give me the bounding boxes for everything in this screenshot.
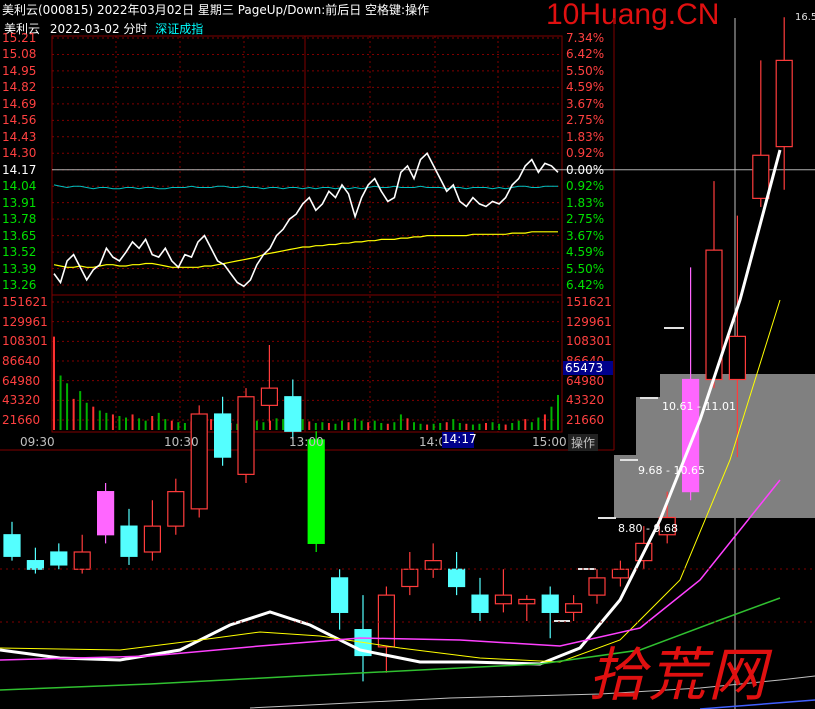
index-line (53, 184, 558, 190)
price-tick-label: 13.39 (2, 261, 37, 276)
price-tick-label: 14.30 (2, 146, 37, 161)
pct-tick-label: 3.67% (566, 228, 605, 243)
pct-tick-label: 2.75% (566, 113, 605, 128)
candle-body (471, 594, 489, 613)
price-tick-label: 15.08 (2, 47, 37, 62)
price-tick-label: 13.65 (2, 228, 37, 243)
volume-tick-label: 129961 (2, 314, 48, 329)
order-tick (640, 397, 658, 399)
price-tick-label: 14.43 (2, 129, 37, 144)
pct-tick-label: 5.50% (566, 261, 605, 276)
candle-body (611, 568, 630, 579)
candle-body (167, 491, 185, 527)
volume-tick-label: 86640 (2, 354, 41, 368)
pct-tick-label: 6.42% (566, 278, 605, 292)
candle-body (120, 525, 138, 557)
candle-body (307, 439, 325, 544)
candle-body (331, 577, 349, 613)
pct-tick-label: 0.92% (566, 179, 605, 194)
candle-body (284, 396, 302, 432)
candle-body (73, 551, 91, 570)
volume-tick-label: 21660 (2, 413, 41, 427)
cursor-time-readout: 14:17 (442, 432, 477, 448)
price-tick-label: 14.56 (2, 113, 37, 128)
candle-body (214, 413, 232, 458)
time-tick-label: 09:30 (20, 435, 55, 449)
price-tick-label: 14.17 (2, 162, 37, 177)
band-label-low: 8.80 - 9.68 (618, 522, 678, 535)
band-label-mid: 9.68 - 10.65 (638, 464, 705, 477)
order-tick (620, 459, 638, 461)
candle-body (50, 551, 68, 566)
candle-body (752, 154, 770, 199)
cursor-volume-readout: 65473 (563, 361, 613, 375)
pct-tick-label: 4.59% (566, 245, 605, 260)
candle-body (401, 568, 419, 588)
candle-body (3, 534, 21, 557)
price-tick-label: 14.82 (2, 80, 37, 95)
candle-body (588, 577, 606, 596)
time-tick-label: 13:00 (289, 435, 324, 449)
candle-body (190, 413, 208, 510)
slogan-watermark: 拾荒网 (588, 641, 769, 709)
volume-tick-label: 43320 (2, 393, 41, 408)
pct-tick-label: 1.83% (566, 195, 605, 210)
price-tick-label: 14.04 (2, 179, 37, 194)
pct-tick-label: 0.00% (566, 162, 605, 177)
order-tick (598, 517, 616, 519)
order-tick (554, 620, 570, 622)
candle-body (237, 396, 255, 475)
candle-body (260, 387, 278, 406)
time-tick-label: 15:00 (532, 435, 567, 449)
pct-tick-label: 2.75% (566, 212, 605, 227)
price-tick-label: 13.26 (2, 278, 37, 292)
pct-tick-label: 5.50% (566, 63, 605, 78)
candle-body (541, 594, 559, 613)
candle-body (448, 568, 466, 588)
candle-body (728, 335, 747, 381)
candle-body (564, 603, 583, 613)
candle-body (96, 491, 115, 536)
volume-tick-label-right: 151621 (566, 295, 612, 309)
candle-body (494, 594, 512, 605)
volume-tick-label-right: 21660 (566, 413, 605, 427)
candle-body (26, 560, 44, 570)
price-line (53, 151, 559, 288)
candle-body (143, 525, 161, 553)
candle-body (424, 560, 442, 570)
price-tick-label: 14.69 (2, 96, 37, 111)
price-tick-label: 13.78 (2, 212, 37, 227)
volume-tick-label-right: 129961 (566, 314, 612, 329)
volume-tick-label-right: 43320 (566, 393, 605, 408)
pct-tick-label: 0.92% (566, 146, 605, 161)
pct-tick-label: 6.42% (566, 47, 605, 62)
chart-canvas[interactable] (0, 0, 815, 709)
volume-tick-label-right: 64980 (566, 373, 605, 388)
candle-body (775, 59, 793, 148)
volume-tick-label: 64980 (2, 373, 41, 388)
price-tick-label: 14.95 (2, 63, 37, 78)
pct-tick-label: 1.83% (566, 129, 605, 144)
pct-tick-label: 3.67% (566, 96, 605, 111)
time-tick-label: 10:30 (164, 435, 199, 449)
band-label-top: 10.61 - 11.01 (662, 400, 736, 413)
order-tick (578, 568, 596, 570)
volume-tick-label: 108301 (2, 334, 48, 349)
volume-tick-label-right: 108301 (566, 334, 612, 349)
price-tick-label: 13.52 (2, 245, 37, 260)
price-tick-label: 15.21 (2, 31, 37, 45)
avg-price-line (53, 231, 558, 268)
candle-body (518, 598, 536, 605)
operate-button[interactable]: 操作 (568, 434, 599, 451)
order-tick (664, 327, 684, 329)
price-tick-label: 13.91 (2, 195, 37, 210)
pct-tick-label: 4.59% (566, 80, 605, 95)
volume-tick-label: 151621 (2, 295, 48, 309)
pct-tick-label: 7.34% (566, 31, 605, 45)
